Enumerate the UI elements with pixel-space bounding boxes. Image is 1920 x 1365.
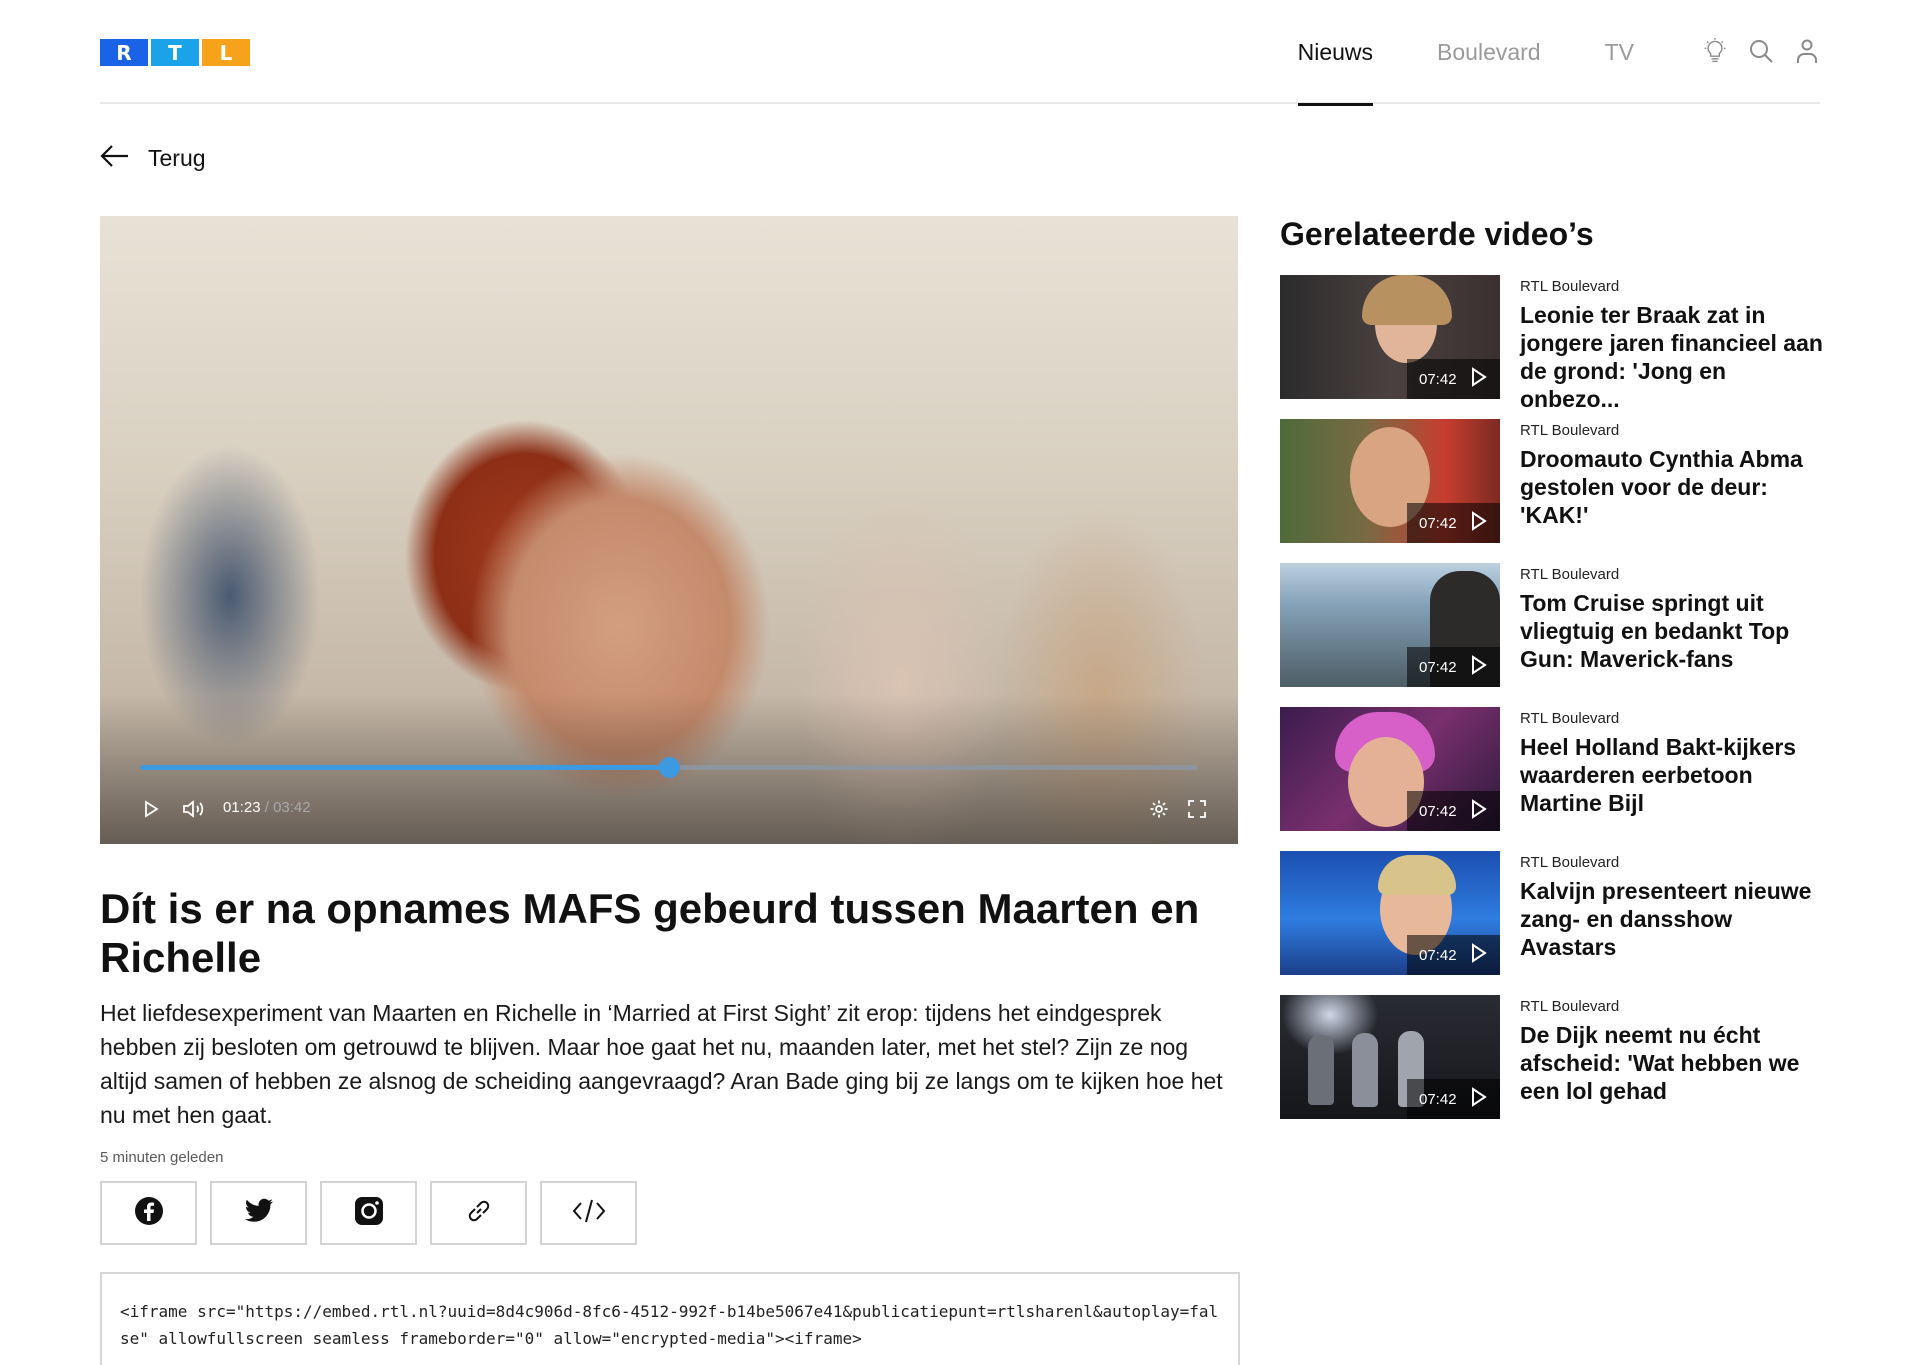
article-description: Het liefdesexperiment van Maarten en Ric… — [100, 1000, 1223, 1128]
share-instagram-button[interactable] — [320, 1181, 417, 1245]
play-icon — [1471, 798, 1487, 824]
play-icon — [1471, 510, 1487, 536]
play-icon — [1471, 366, 1487, 392]
video-progress-handle[interactable] — [659, 757, 680, 778]
video-thumbnail: 07:42 — [1280, 275, 1500, 399]
instagram-icon — [354, 1196, 384, 1231]
share-buttons — [100, 1181, 637, 1245]
video-time-separator: / — [264, 799, 269, 816]
related-video-meta: RTL Boulevard De Dijk neemt nu écht afsc… — [1520, 998, 1825, 1105]
duration-label: 07:42 — [1419, 946, 1457, 964]
link-icon — [464, 1196, 494, 1231]
share-twitter-button[interactable] — [210, 1181, 307, 1245]
nav-item-nieuws[interactable]: Nieuws — [1297, 0, 1374, 106]
related-video-source: RTL Boulevard — [1520, 998, 1620, 1015]
logo-letter-l: L — [202, 39, 250, 66]
header-actions — [1702, 36, 1820, 66]
related-video-headline: Droomauto Cynthia Abma gestolen voor de … — [1520, 446, 1803, 528]
video-progress-bar[interactable] — [140, 757, 1198, 778]
duration-badge: 07:42 — [1407, 359, 1500, 399]
duration-label: 07:42 — [1419, 802, 1457, 820]
video-current-time: 01:23 — [223, 799, 261, 816]
nav-item-tv[interactable]: TV — [1605, 0, 1634, 104]
related-video-meta: RTL Boulevard Kalvijn presenteert nieuwe… — [1520, 854, 1825, 961]
back-link[interactable]: Terug — [100, 145, 206, 172]
logo-letter-t: T — [151, 39, 199, 66]
play-icon — [1471, 1086, 1487, 1112]
related-video-meta: RTL Boulevard Droomauto Cynthia Abma ges… — [1520, 422, 1825, 529]
related-video-item[interactable]: 07:42 RTL Boulevard Kalvijn presenteert … — [1280, 851, 1825, 975]
related-video-source: RTL Boulevard — [1520, 566, 1620, 583]
duration-label: 07:42 — [1419, 658, 1457, 676]
video-thumbnail: 07:42 — [1280, 419, 1500, 543]
video-thumbnail: 07:42 — [1280, 707, 1500, 831]
video-progress-fill — [140, 765, 669, 770]
nav-item-boulevard[interactable]: Boulevard — [1437, 0, 1541, 104]
video-thumbnail: 07:42 — [1280, 563, 1500, 687]
related-video-item[interactable]: 07:42 RTL Boulevard Heel Holland Bakt-ki… — [1280, 707, 1825, 831]
related-video-meta: RTL Boulevard Tom Cruise springt uit vli… — [1520, 566, 1825, 673]
play-icon — [1471, 942, 1487, 968]
embed-code-button[interactable] — [540, 1181, 637, 1245]
duration-label: 07:42 — [1419, 514, 1457, 532]
site-header: R T L Nieuws Boulevard TV — [100, 0, 1820, 106]
volume-icon[interactable] — [182, 796, 206, 822]
related-video-meta: RTL Boulevard Leonie ter Braak zat in jo… — [1520, 278, 1825, 413]
duration-badge: 07:42 — [1407, 503, 1500, 543]
related-video-headline: Leonie ter Braak zat in jongere jaren fi… — [1520, 302, 1823, 412]
embed-code-icon — [572, 1198, 606, 1229]
related-video-item[interactable]: 07:42 RTL Boulevard Tom Cruise springt u… — [1280, 563, 1825, 687]
related-video-source: RTL Boulevard — [1520, 422, 1620, 439]
play-icon — [1471, 654, 1487, 680]
rtl-logo[interactable]: R T L — [100, 39, 250, 66]
duration-label: 07:42 — [1419, 370, 1457, 388]
logo-letter-r: R — [100, 39, 148, 66]
duration-badge: 07:42 — [1407, 935, 1500, 975]
facebook-icon — [134, 1196, 164, 1231]
arrow-left-icon — [100, 145, 130, 172]
main-nav: Nieuws Boulevard TV — [1297, 0, 1634, 106]
back-label: Terug — [148, 145, 206, 171]
copy-link-button[interactable] — [430, 1181, 527, 1245]
duration-badge: 07:42 — [1407, 647, 1500, 687]
thumbnail-hair — [1362, 275, 1452, 325]
user-icon[interactable] — [1794, 36, 1820, 66]
video-thumbnail: 07:42 — [1280, 851, 1500, 975]
related-video-meta: RTL Boulevard Heel Holland Bakt-kijkers … — [1520, 710, 1825, 817]
related-video-source: RTL Boulevard — [1520, 278, 1620, 295]
twitter-icon — [244, 1198, 274, 1229]
related-video-headline: Heel Holland Bakt-kijkers waarderen eerb… — [1520, 734, 1797, 816]
thumbnail-hair — [1378, 855, 1456, 895]
embed-code-box[interactable]: <iframe src="https://embed.rtl.nl?uuid=8… — [100, 1272, 1240, 1365]
related-video-item[interactable]: 07:42 RTL Boulevard Leonie ter Braak zat… — [1280, 275, 1825, 412]
fullscreen-icon[interactable] — [1187, 796, 1207, 822]
thumbnail-performer — [1352, 1033, 1378, 1107]
related-video-source: RTL Boulevard — [1520, 854, 1620, 871]
thumbnail-performer — [1308, 1035, 1334, 1105]
video-player[interactable]: 01:23 / 03:42 — [100, 216, 1238, 844]
related-videos-title: Gerelateerde video’s — [1280, 216, 1594, 252]
related-video-headline: Kalvijn presenteert nieuwe zang- en dans… — [1520, 878, 1812, 960]
duration-label: 07:42 — [1419, 1090, 1457, 1108]
play-icon[interactable] — [143, 796, 159, 822]
related-video-headline: De Dijk neemt nu écht afscheid: 'Wat heb… — [1520, 1022, 1800, 1104]
video-duration: 03:42 — [273, 799, 311, 816]
related-video-headline: Tom Cruise springt uit vliegtuig en beda… — [1520, 590, 1790, 672]
related-video-item[interactable]: 07:42 RTL Boulevard Droomauto Cynthia Ab… — [1280, 419, 1825, 543]
video-time: 01:23 / 03:42 — [223, 799, 311, 816]
settings-icon[interactable] — [1149, 796, 1169, 822]
article-timestamp: 5 minuten geleden — [100, 1149, 224, 1166]
share-facebook-button[interactable] — [100, 1181, 197, 1245]
search-icon[interactable] — [1748, 36, 1774, 66]
duration-badge: 07:42 — [1407, 1079, 1500, 1119]
related-video-source: RTL Boulevard — [1520, 710, 1620, 727]
lightbulb-icon[interactable] — [1702, 36, 1728, 66]
article-title: Dít is er na opnames MAFS gebeurd tussen… — [100, 885, 1200, 981]
related-video-item[interactable]: 07:42 RTL Boulevard De Dijk neemt nu éch… — [1280, 995, 1825, 1119]
video-thumbnail: 07:42 — [1280, 995, 1500, 1119]
duration-badge: 07:42 — [1407, 791, 1500, 831]
